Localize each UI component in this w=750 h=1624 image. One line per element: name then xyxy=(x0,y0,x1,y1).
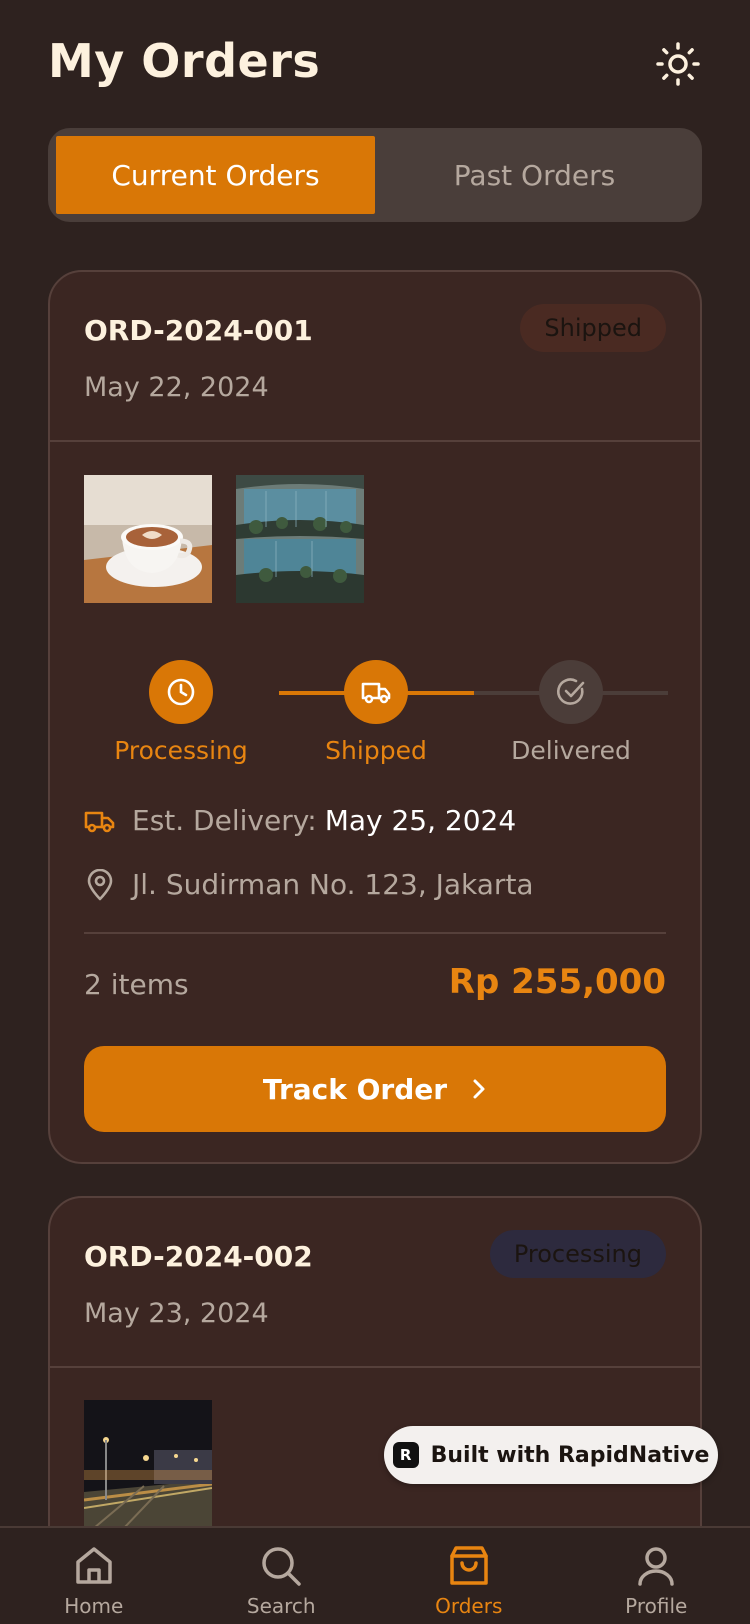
step-circle xyxy=(149,660,213,724)
nav-label: Search xyxy=(246,1594,316,1618)
truck-icon xyxy=(84,805,116,837)
order-date: May 22, 2024 xyxy=(84,372,269,403)
step-processing: Processing xyxy=(81,660,281,765)
sun-icon xyxy=(656,42,700,86)
chevron-right-icon xyxy=(471,1077,487,1101)
bottom-nav: Home Search Orders Profile xyxy=(0,1526,750,1624)
rapidnative-logo-icon: R xyxy=(392,1442,419,1468)
truck-icon xyxy=(361,682,391,704)
user-icon xyxy=(638,1547,674,1586)
built-with-label: Built with RapidNative xyxy=(430,1442,710,1468)
order-progress-tracker: Processing Shipped Delivered xyxy=(84,660,668,770)
order-id: ORD-2024-002 xyxy=(84,1240,313,1273)
status-badge: Processing xyxy=(489,1230,666,1278)
step-label: Shipped xyxy=(325,736,427,765)
header: My Orders xyxy=(48,30,702,100)
step-delivered: Delivered xyxy=(471,660,671,765)
orders-screen: My Orders Current Orders Past Orders ORD… xyxy=(0,0,750,1624)
built-with-badge[interactable]: R Built with RapidNative xyxy=(384,1426,718,1484)
est-delivery-row: Est. Delivery: May 25, 2024 xyxy=(84,804,516,837)
clock-icon xyxy=(167,678,195,706)
address-row: Jl. Sudirman No. 123, Jakarta xyxy=(84,868,534,901)
order-card-header: ORD-2024-001 May 22, 2024 Shipped xyxy=(50,272,700,442)
status-badge: Shipped xyxy=(520,304,666,352)
map-pin-icon xyxy=(84,868,116,901)
step-label: Delivered xyxy=(511,736,631,765)
check-circle-icon xyxy=(556,678,585,705)
nav-label: Orders xyxy=(435,1594,503,1618)
items-count: 2 items xyxy=(84,968,189,1001)
est-delivery-value: May 25, 2024 xyxy=(324,804,517,837)
order-total: Rp 255,000 xyxy=(448,962,666,1002)
nav-item-home[interactable]: Home xyxy=(0,1528,188,1624)
tab-past-orders[interactable]: Past Orders xyxy=(375,136,694,214)
night-city-street-thumbnail[interactable] xyxy=(84,1400,212,1528)
step-label: Processing xyxy=(114,736,248,765)
nav-item-search[interactable]: Search xyxy=(188,1528,376,1624)
step-shipped: Shipped xyxy=(276,660,476,765)
est-delivery-label: Est. Delivery: xyxy=(132,804,317,837)
search-icon xyxy=(262,1547,301,1586)
nav-label: Profile xyxy=(625,1594,688,1618)
page-title: My Orders xyxy=(48,34,321,88)
order-card-header: ORD-2024-002 May 23, 2024 Processing xyxy=(50,1198,700,1368)
coffee-cup-thumbnail[interactable] xyxy=(84,475,212,603)
track-order-button[interactable]: Track Order xyxy=(84,1046,666,1132)
order-tabs: Current Orders Past Orders xyxy=(48,128,702,222)
nav-label: Home xyxy=(64,1594,124,1618)
order-id: ORD-2024-001 xyxy=(84,314,313,347)
tab-current-orders[interactable]: Current Orders xyxy=(56,136,375,214)
nav-item-profile[interactable]: Profile xyxy=(563,1528,750,1624)
shopping-bag-icon xyxy=(450,1546,488,1585)
step-circle xyxy=(539,660,603,724)
delivery-address: Jl. Sudirman No. 123, Jakarta xyxy=(132,868,534,901)
step-circle xyxy=(344,660,408,724)
order-date: May 23, 2024 xyxy=(84,1298,269,1329)
divider xyxy=(84,932,666,934)
order-thumbnails xyxy=(84,475,364,603)
track-order-label: Track Order xyxy=(262,1072,448,1106)
vertical-garden-building-thumbnail[interactable] xyxy=(236,475,364,603)
order-card[interactable]: ORD-2024-001 May 22, 2024 Shipped Proces… xyxy=(48,270,702,1164)
order-thumbnails xyxy=(84,1400,212,1528)
theme-toggle-button[interactable] xyxy=(654,40,702,88)
nav-item-orders[interactable]: Orders xyxy=(375,1528,563,1624)
home-icon xyxy=(76,1547,112,1584)
